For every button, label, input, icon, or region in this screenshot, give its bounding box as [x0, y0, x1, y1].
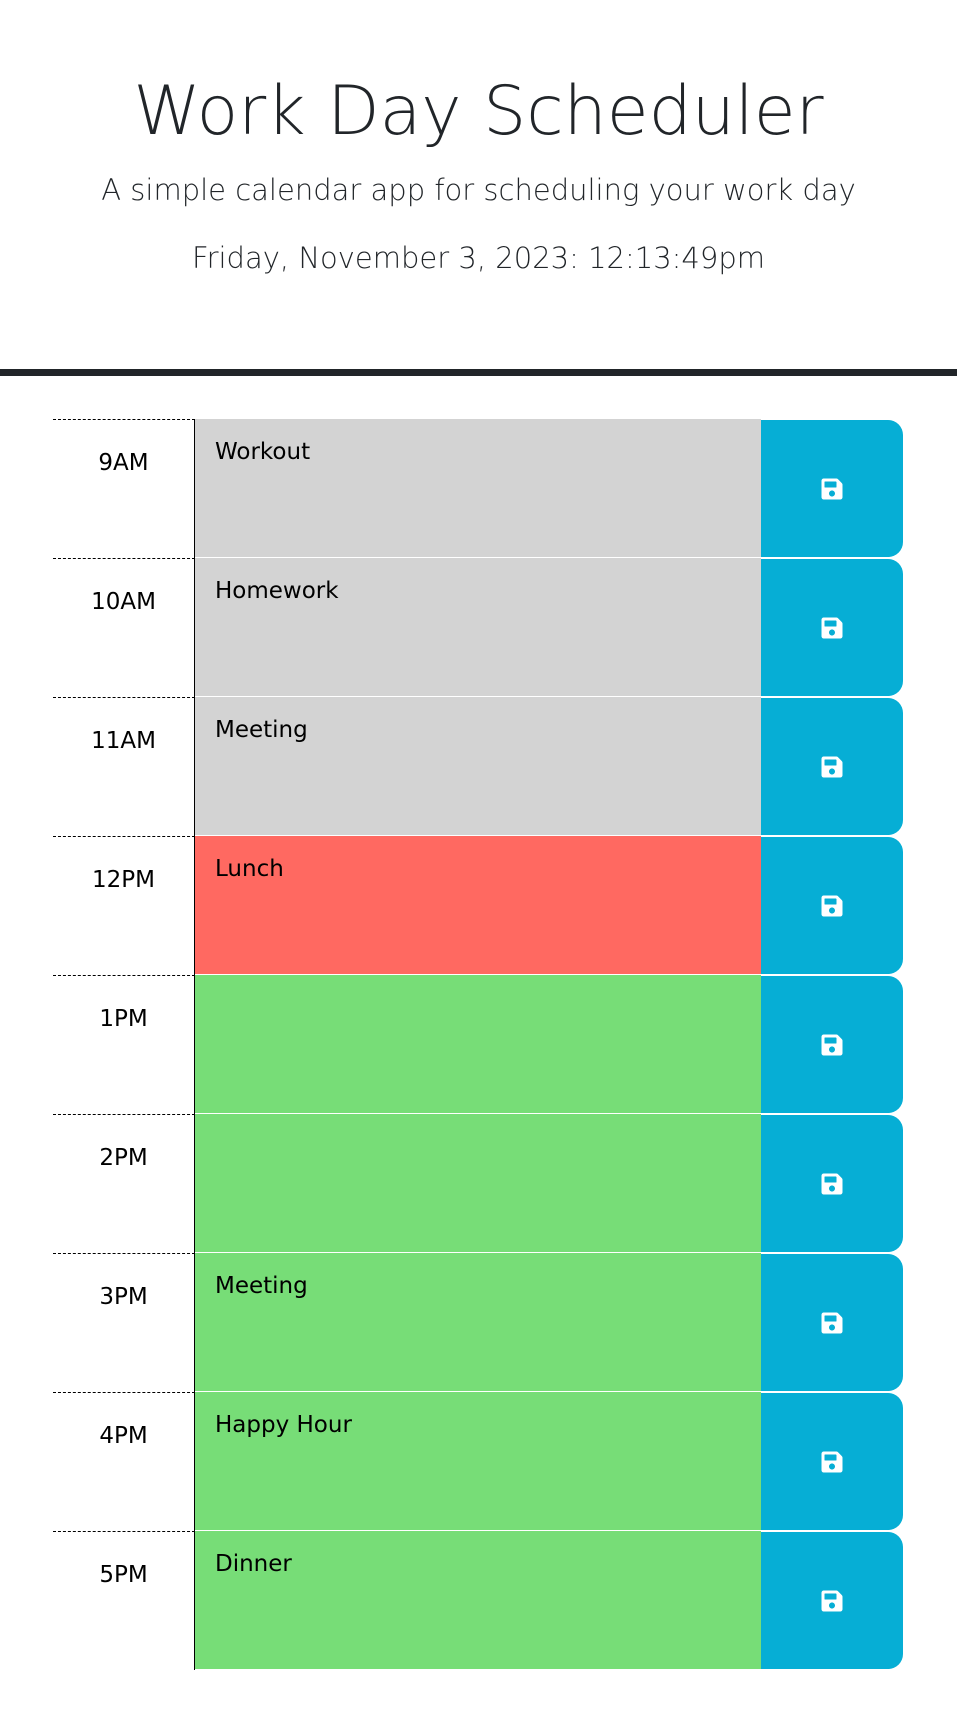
hour-label: 10AM [53, 558, 195, 697]
page-title: Work Day Scheduler [133, 72, 824, 151]
event-description-input[interactable] [195, 975, 761, 1114]
save-icon [821, 1451, 843, 1472]
time-block: 10AM Homework [53, 558, 903, 697]
save-button[interactable] [761, 1393, 903, 1530]
event-description-input[interactable]: Workout [195, 419, 761, 558]
event-description-input[interactable]: Homework [195, 558, 761, 697]
event-description-input[interactable]: Meeting [195, 1253, 761, 1392]
save-button[interactable] [761, 559, 903, 696]
time-block: 4PM Happy Hour [53, 1392, 903, 1531]
save-icon [821, 756, 843, 777]
save-button[interactable] [761, 1254, 903, 1391]
save-button[interactable] [761, 976, 903, 1113]
save-button[interactable] [761, 420, 903, 557]
time-block: 11AM Meeting [53, 697, 903, 836]
time-block: 5PM Dinner [53, 1531, 903, 1670]
time-block: 2PM [53, 1114, 903, 1253]
hour-label: 2PM [53, 1114, 195, 1253]
save-button[interactable] [761, 698, 903, 835]
event-description-input[interactable]: Meeting [195, 697, 761, 836]
current-day: Friday, November 3, 2023: 12:13:49pm [192, 241, 765, 275]
hour-label: 5PM [53, 1531, 195, 1670]
event-description-input[interactable]: Happy Hour [195, 1392, 761, 1531]
save-button[interactable] [761, 1532, 903, 1669]
save-icon [821, 478, 843, 499]
save-icon [821, 1590, 843, 1611]
hour-label: 11AM [53, 697, 195, 836]
hour-label: 1PM [53, 975, 195, 1114]
time-block: 9AM Workout [53, 419, 903, 558]
event-description-input[interactable] [195, 1114, 761, 1253]
save-icon [821, 895, 843, 916]
event-description-input[interactable]: Lunch [195, 836, 761, 975]
save-icon [821, 1034, 843, 1055]
save-icon [821, 617, 843, 638]
page-subtitle: A simple calendar app for scheduling you… [101, 173, 856, 207]
time-block: 12PM Lunch [53, 836, 903, 975]
hour-label: 4PM [53, 1392, 195, 1531]
hour-label: 9AM [53, 419, 195, 558]
hour-label: 3PM [53, 1253, 195, 1392]
save-button[interactable] [761, 837, 903, 974]
time-block: 1PM [53, 975, 903, 1114]
time-block: 3PM Meeting [53, 1253, 903, 1392]
schedule-container: 9AM Workout 10AM Homework 11AM Meeting 12PM Lun… [53, 419, 903, 1670]
save-icon [821, 1312, 843, 1333]
hour-label: 12PM [53, 836, 195, 975]
save-button[interactable] [761, 1115, 903, 1252]
save-icon [821, 1173, 843, 1194]
page-header: Work Day Scheduler A simple calendar app… [0, 0, 957, 376]
event-description-input[interactable]: Dinner [195, 1531, 761, 1670]
